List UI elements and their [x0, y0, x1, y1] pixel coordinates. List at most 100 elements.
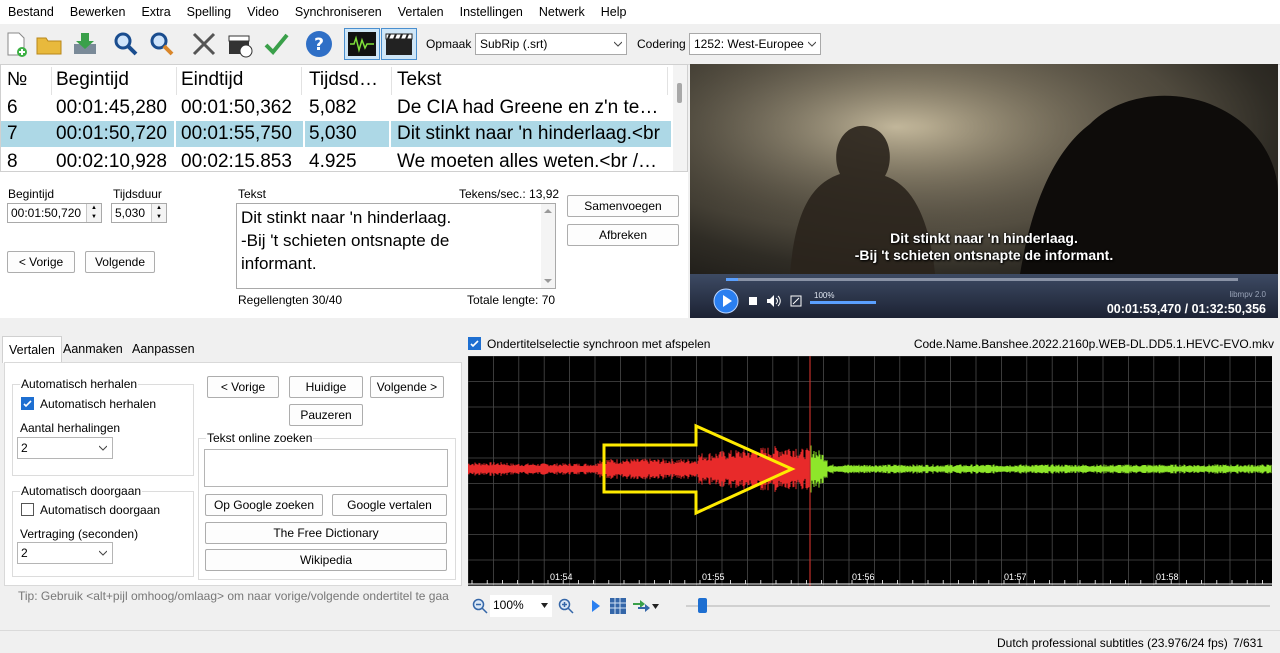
editor-scrollbar[interactable]	[541, 204, 555, 288]
menu-instellingen[interactable]: Instellingen	[452, 0, 531, 24]
menu-bestand[interactable]: Bestand	[0, 0, 62, 24]
video-player[interactable]: Dit stinkt naar 'n hinderlaag. -Bij 't s…	[690, 64, 1278, 318]
menu-vertalen[interactable]: Vertalen	[390, 0, 452, 24]
zoom-select[interactable]: 100%	[490, 595, 552, 617]
delay-label: Vertraging (seconden)	[20, 527, 139, 541]
tab-strip: Vertalen Aanmaken Aanpassen	[0, 336, 460, 363]
spin-updown-icon[interactable]: ▲ ▼	[151, 204, 166, 222]
translate-current-button[interactable]: Huidige	[289, 376, 363, 398]
audio-waveform[interactable]: 01:54 01:55 01:56 01:57 01:58	[468, 356, 1272, 586]
merge-button[interactable]: Samenvoegen	[567, 195, 679, 217]
search-text-field[interactable]	[204, 449, 448, 487]
zoom-out-icon[interactable]	[472, 598, 488, 614]
volume-slider[interactable]	[810, 301, 876, 304]
subtitle-grid: № Begintijd Eindtijd Tijdsd… Tekst 6 00:…	[0, 64, 688, 172]
line-lengths: Regellengten 30/40	[238, 293, 343, 307]
delay-value: 2	[21, 546, 28, 560]
arrows-icon[interactable]	[632, 599, 650, 613]
table-row[interactable]: 6 00:01:45,280 00:01:50,362 5,082 De CIA…	[1, 95, 671, 121]
tab-vertalen[interactable]: Vertalen	[2, 336, 62, 363]
google-search-button[interactable]: Op Google zoeken	[205, 494, 323, 516]
menu-synchroniseren[interactable]: Synchroniseren	[287, 0, 390, 24]
wikipedia-button[interactable]: Wikipedia	[205, 549, 447, 571]
play-selection-icon[interactable]	[591, 599, 601, 613]
col-header-end[interactable]: Eindtijd	[181, 67, 302, 95]
search-icon[interactable]	[110, 28, 142, 60]
encoding-select[interactable]: 1252: West-Europee	[689, 33, 821, 55]
grid-scrollbar[interactable]	[673, 65, 687, 171]
video-seek-bar[interactable]	[726, 278, 1238, 281]
scrollbar-thumb[interactable]	[677, 83, 682, 103]
tab-aanpassen[interactable]: Aanpassen	[126, 336, 201, 362]
tab-aanmaken[interactable]: Aanmaken	[57, 336, 129, 362]
translate-next-button[interactable]: Volgende >	[370, 376, 444, 398]
overlay-line-2: -Bij 't schieten ontsnapte de informant.	[854, 247, 1114, 263]
google-translate-button[interactable]: Google vertalen	[332, 494, 447, 516]
duration-input[interactable]: 5,030 ▲ ▼	[111, 203, 167, 223]
waveform-header: Ondertitelselectie synchroon met afspele…	[466, 334, 1278, 354]
col-header-start[interactable]: Begintijd	[56, 67, 177, 95]
col-header-text[interactable]: Tekst	[397, 67, 668, 95]
start-time-input[interactable]: 00:01:50,720 ▲ ▼	[7, 203, 102, 223]
auto-continue-checkbox[interactable]	[21, 503, 34, 516]
online-search-title: Tekst online zoeken	[206, 431, 314, 445]
spell-check-icon[interactable]	[260, 28, 292, 60]
delay-select[interactable]: 2	[17, 542, 113, 564]
menu-netwerk[interactable]: Netwerk	[531, 0, 593, 24]
spin-updown-icon[interactable]: ▲ ▼	[86, 204, 101, 222]
save-download-icon[interactable]	[69, 28, 101, 60]
table-row[interactable]: 8 00:02:10,928 00:02:15.853 4.925 We moe…	[1, 149, 671, 172]
cell-text: Dit stinkt naar 'n hinderlaag.<br	[397, 123, 660, 144]
auto-repeat-group-title: Automatisch herhalen	[20, 377, 139, 391]
help-icon[interactable]: ?	[303, 28, 335, 60]
chevron-down-icon	[99, 445, 107, 451]
repeat-count-select[interactable]: 2	[17, 437, 113, 459]
menu-help[interactable]: Help	[593, 0, 635, 24]
slider-thumb[interactable]	[698, 598, 707, 613]
prev-button[interactable]: < Vorige	[7, 251, 75, 273]
fullscreen-icon[interactable]	[790, 295, 802, 307]
spectrogram-icon[interactable]	[609, 597, 627, 615]
new-file-icon[interactable]	[0, 28, 32, 60]
sync-selection-label: Ondertitelselectie synchroon met afspele…	[487, 337, 711, 351]
time-label: 01:55	[702, 572, 725, 582]
open-folder-icon[interactable]	[33, 28, 65, 60]
visual-sync-icon[interactable]	[224, 28, 256, 60]
volume-icon[interactable]	[766, 294, 782, 308]
stop-icon[interactable]	[748, 296, 758, 306]
cell-start: 00:02:10,928	[56, 151, 167, 172]
time-label: 01:57	[1004, 572, 1027, 582]
split-button[interactable]: Afbreken	[567, 224, 679, 246]
sync-selection-checkbox[interactable]	[468, 337, 481, 350]
menu-spelling[interactable]: Spelling	[179, 0, 239, 24]
menu-video[interactable]: Video	[239, 0, 287, 24]
grid-header: № Begintijd Eindtijd Tijdsd… Tekst	[1, 67, 671, 95]
pause-button[interactable]: Pauzeren	[289, 404, 363, 426]
menu-bar: Bestand Bewerken Extra Spelling Video Sy…	[0, 0, 1280, 24]
time-label: 01:58	[1156, 572, 1179, 582]
subtitle-text-editor[interactable]: Dit stinkt naar 'n hinderlaag. -Bij 't s…	[236, 203, 556, 289]
duration-value: 5,030	[115, 206, 146, 220]
format-select[interactable]: SubRip (.srt)	[475, 33, 627, 55]
toggle-video-icon[interactable]	[381, 28, 417, 60]
menu-extra[interactable]: Extra	[133, 0, 178, 24]
dropdown-icon[interactable]	[652, 604, 659, 609]
cell-end: 00:01:55,750	[181, 121, 305, 147]
menu-bewerken[interactable]: Bewerken	[62, 0, 134, 24]
fix-errors-icon[interactable]	[188, 28, 220, 60]
zoom-in-icon[interactable]	[558, 598, 574, 614]
waveform-canvas[interactable]	[468, 356, 1272, 586]
col-header-duration[interactable]: Tijdsd…	[309, 67, 392, 95]
waveform-position-slider[interactable]	[686, 598, 1270, 613]
play-icon[interactable]	[712, 287, 740, 315]
video-filename: Code.Name.Banshee.2022.2160p.WEB-DL.DD5.…	[913, 337, 1274, 351]
table-row-selected[interactable]: 7 00:01:50,720 00:01:55,750 5,030 Dit st…	[1, 121, 671, 147]
col-header-num[interactable]: №	[7, 67, 52, 95]
translate-prev-button[interactable]: < Vorige	[207, 376, 279, 398]
format-label: Opmaak	[426, 37, 472, 51]
free-dictionary-button[interactable]: The Free Dictionary	[205, 522, 447, 544]
next-button[interactable]: Volgende	[85, 251, 155, 273]
toggle-waveform-icon[interactable]	[344, 28, 380, 60]
replace-icon[interactable]	[146, 28, 178, 60]
auto-repeat-checkbox[interactable]	[21, 397, 34, 410]
